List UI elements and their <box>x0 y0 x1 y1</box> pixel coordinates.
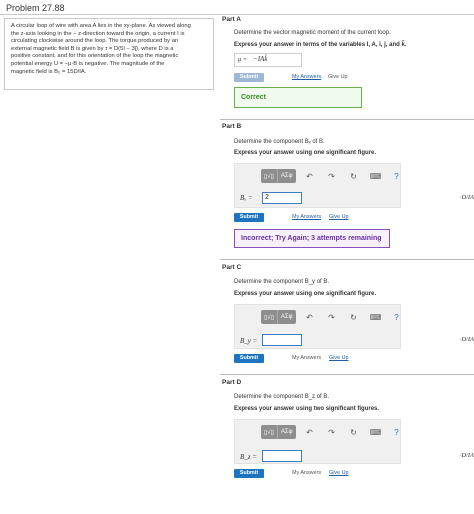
statement-line: external magnetic field B is given by τ … <box>11 45 174 52</box>
statement-line: A circular loop of wire with area A lies… <box>11 23 191 29</box>
part-divider <box>220 374 474 375</box>
part-divider <box>220 119 474 120</box>
toolbar-group: ▯√▯ ΑΣφ <box>261 310 296 324</box>
part-d-instruction: Express your answer using two significan… <box>234 406 380 412</box>
part-d-give-up-link[interactable]: Give Up <box>329 470 348 476</box>
part-b-label: Part B <box>222 123 242 130</box>
part-d-unit: ·D/IA <box>459 452 474 459</box>
part-c-instruction: Express your answer using one significan… <box>234 291 377 297</box>
part-d-answer-editor: ▯√▯ ΑΣφ ↶ ↷ ↻ ⌨ ? B_z = ·D/IA <box>234 419 474 464</box>
part-a-give-up-link[interactable]: Give Up <box>328 74 347 80</box>
part-d-answer-input[interactable] <box>262 450 302 462</box>
part-a-submit-button[interactable]: Submit <box>234 73 264 82</box>
keyboard-icon[interactable]: ⌨ <box>368 169 384 183</box>
part-a-answer-prefix: μ = <box>238 56 247 63</box>
part-c-variable-label: B_y = <box>240 337 258 345</box>
part-c-submit-button[interactable]: Submit <box>234 354 264 363</box>
toolbar-group: ▯√▯ ΑΣφ <box>261 169 296 183</box>
part-b-feedback-incorrect: Incorrect; Try Again; 3 attempts remaini… <box>234 229 390 248</box>
templates-button[interactable]: ▯√▯ <box>261 425 277 439</box>
part-b-unit: ·D/IA <box>459 194 474 201</box>
part-b-question: Determine the component Bₓ of B. <box>234 139 325 145</box>
part-c-give-up-link[interactable]: Give Up <box>329 355 348 361</box>
part-c-toolbar: ▯√▯ ΑΣφ ↶ ↷ ↻ ⌨ ? <box>261 310 404 324</box>
part-a-answer-value: −IAk̂ <box>253 55 268 63</box>
problem-statement: A circular loop of wire with area A lies… <box>4 18 214 90</box>
part-b-toolbar: ▯√▯ ΑΣφ ↶ ↷ ↻ ⌨ ? <box>261 169 404 183</box>
reset-icon[interactable]: ↻ <box>346 425 362 439</box>
part-d-variable-label: B_z = <box>240 453 257 461</box>
toolbar-group: ▯√▯ ΑΣφ <box>261 425 296 439</box>
part-a-feedback-correct: Correct <box>234 87 362 108</box>
keyboard-icon[interactable]: ⌨ <box>368 425 384 439</box>
redo-icon[interactable]: ↷ <box>324 425 340 439</box>
part-b-submit-button[interactable]: Submit <box>234 213 264 222</box>
statement-line: positive constant, and for this orientat… <box>11 53 179 60</box>
part-a-my-answers-link[interactable]: My Answers <box>292 74 321 80</box>
part-a-instruction: Express your answer in terms of the vari… <box>234 42 407 48</box>
symbols-button[interactable]: ΑΣφ <box>276 425 296 439</box>
part-b-my-answers-link[interactable]: My Answers <box>292 214 321 220</box>
part-divider <box>220 259 474 260</box>
undo-icon[interactable]: ↶ <box>302 425 318 439</box>
part-c-label: Part C <box>222 264 242 271</box>
part-c-my-answers-link[interactable]: My Answers <box>292 355 321 361</box>
part-b-instruction: Express your answer using one significan… <box>234 150 377 156</box>
help-icon[interactable]: ? <box>390 310 404 324</box>
redo-icon[interactable]: ↷ <box>324 169 340 183</box>
part-d-label: Part D <box>222 379 242 386</box>
statement-line: circulating clockwise around the loop. T… <box>11 38 179 45</box>
part-a-answer-box: μ = −IAk̂ <box>234 53 302 67</box>
part-b-answer-input[interactable]: 2 <box>262 192 302 204</box>
part-c-unit: ·D/IA <box>459 336 474 343</box>
part-b-give-up-link[interactable]: Give Up <box>329 214 348 220</box>
title-divider <box>0 14 474 15</box>
part-a-question: Determine the vector magnetic moment of … <box>234 30 391 36</box>
part-d-my-answers-link[interactable]: My Answers <box>292 470 321 476</box>
part-c-question: Determine the component B_y of B. <box>234 279 330 285</box>
undo-icon[interactable]: ↶ <box>302 169 318 183</box>
part-a-label: Part A <box>222 16 241 23</box>
symbols-button[interactable]: ΑΣφ <box>276 169 296 183</box>
help-icon[interactable]: ? <box>390 169 404 183</box>
statement-line: the z-axis looking in the − z-direction … <box>11 30 185 37</box>
statement-line: potential energy U = −μ·B is negative. T… <box>11 60 165 67</box>
statement-line: magnetic field is B₀ = 15D/IA. <box>11 68 87 75</box>
templates-button[interactable]: ▯√▯ <box>261 169 277 183</box>
part-d-submit-button[interactable]: Submit <box>234 469 264 478</box>
part-b-variable-label: Bₓ = <box>240 194 253 202</box>
part-d-toolbar: ▯√▯ ΑΣφ ↶ ↷ ↻ ⌨ ? <box>261 425 404 439</box>
part-d-question: Determine the component B_z of B. <box>234 394 330 400</box>
help-icon[interactable]: ? <box>390 425 404 439</box>
symbols-button[interactable]: ΑΣφ <box>276 310 296 324</box>
part-b-answer-editor: ▯√▯ ΑΣφ ↶ ↷ ↻ ⌨ ? Bₓ = 2 ·D/IA <box>234 163 474 208</box>
keyboard-icon[interactable]: ⌨ <box>368 310 384 324</box>
templates-button[interactable]: ▯√▯ <box>261 310 277 324</box>
undo-icon[interactable]: ↶ <box>302 310 318 324</box>
part-c-answer-editor: ▯√▯ ΑΣφ ↶ ↷ ↻ ⌨ ? B_y = ·D/IA <box>234 304 474 349</box>
redo-icon[interactable]: ↷ <box>324 310 340 324</box>
part-c-answer-input[interactable] <box>262 334 302 346</box>
reset-icon[interactable]: ↻ <box>346 310 362 324</box>
reset-icon[interactable]: ↻ <box>346 169 362 183</box>
problem-title: Problem 27.88 <box>6 3 65 13</box>
